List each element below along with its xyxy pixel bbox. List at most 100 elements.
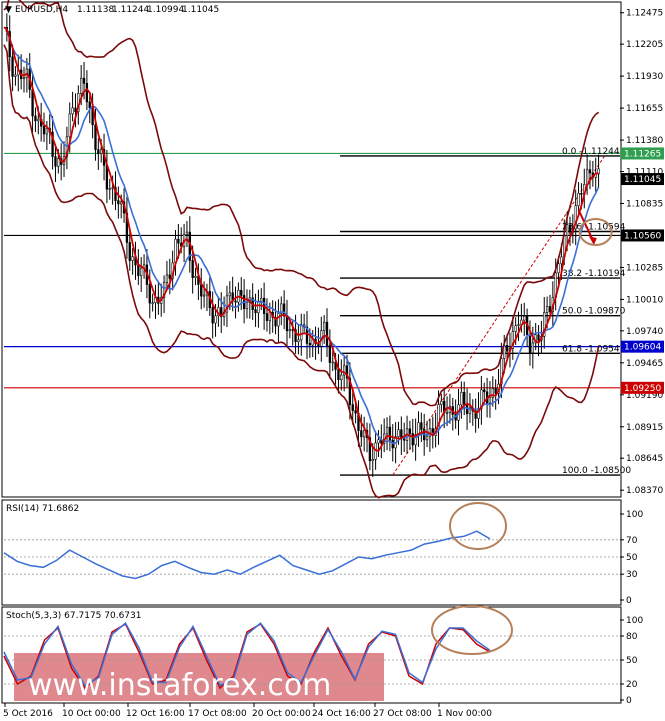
candle-body <box>174 238 177 264</box>
price-tick-label: 1.09465 <box>626 359 663 369</box>
candle-body <box>440 400 443 405</box>
candle-body <box>194 275 197 278</box>
candle-body <box>585 169 589 185</box>
candle-body <box>211 307 214 324</box>
candle-body <box>260 297 263 302</box>
candle-body <box>120 201 123 205</box>
candle-body <box>54 156 57 167</box>
candle-body <box>202 294 206 297</box>
chart-canvas: 0.0 -1.11244 23.6 -1.10594 38.2 -1.10194 50… <box>1 0 664 719</box>
quote-low: 1.10994 <box>147 5 184 15</box>
rsi-title: RSI(14) 71.6862 <box>6 504 79 514</box>
stoch-tick-label: 80 <box>626 632 638 642</box>
candle-body <box>531 342 534 354</box>
candle-body <box>111 187 114 189</box>
price-level-badge-text: 1.11265 <box>624 149 661 159</box>
candle-body <box>200 284 203 297</box>
candle-body <box>128 242 131 261</box>
fib-label: 38.2 -1.10194 <box>562 269 626 279</box>
candle-body <box>337 369 340 381</box>
candle-body <box>82 77 86 84</box>
candle-body <box>85 83 89 103</box>
candle-body <box>548 306 552 312</box>
stoch-tick-label: 0 <box>626 696 632 706</box>
fib-label: 50.0 -1.09870 <box>562 307 626 317</box>
candle-body <box>545 306 549 313</box>
candle-body <box>517 324 520 326</box>
candle-body <box>463 392 466 405</box>
candle-body <box>11 56 14 77</box>
candle-body <box>340 374 343 381</box>
candle-body <box>148 284 151 304</box>
price-tick-label: 1.08645 <box>626 454 663 464</box>
time-tick-label: 17 Oct 08:00 <box>188 709 247 719</box>
candle-body <box>565 224 569 237</box>
candle-body <box>300 324 303 341</box>
candle-body <box>240 290 243 296</box>
candle-body <box>71 107 74 115</box>
candle-body <box>22 77 26 80</box>
candle-body <box>460 392 463 406</box>
candle-body <box>403 438 406 441</box>
candle-body <box>322 321 326 331</box>
quote-open: 1.11138 <box>77 5 114 15</box>
candle-body <box>560 256 563 265</box>
time-tick-label: 5 Oct 2016 <box>3 709 53 719</box>
price-tick-label: 1.10835 <box>626 199 663 209</box>
price-tick-label: 1.11380 <box>626 136 663 146</box>
candle-body <box>288 329 292 332</box>
rsi-panel <box>1 499 622 606</box>
candle-body <box>577 193 580 207</box>
candle-body <box>245 302 249 310</box>
price-tick-label: 1.11930 <box>626 72 663 82</box>
candle-body <box>265 313 269 321</box>
candle-body <box>308 343 312 346</box>
candle-body <box>80 77 83 94</box>
candle-body <box>234 300 237 303</box>
fib-label: 23.6 -1.10594 <box>562 223 626 233</box>
candle-body <box>254 309 257 314</box>
price-tick-label: 1.08370 <box>626 486 663 496</box>
price-tick-label: 1.11655 <box>626 104 663 114</box>
candle-body <box>494 388 497 394</box>
price-panel <box>1 1 622 498</box>
price-level-badge-text: 1.09604 <box>624 343 661 353</box>
candle-body <box>277 313 280 327</box>
candle-body <box>177 238 180 244</box>
candle-body <box>505 345 509 352</box>
candle-body <box>557 263 560 274</box>
candle-body <box>94 124 97 150</box>
candle-body <box>360 430 363 438</box>
candle-body <box>88 101 91 109</box>
candle-body <box>568 224 572 233</box>
candle-body <box>45 128 49 135</box>
candle-body <box>74 107 77 112</box>
price-tick-label: 1.12205 <box>626 40 663 50</box>
price-tick-label: 1.08915 <box>626 423 663 433</box>
candle-body <box>297 339 300 343</box>
price-tick-label: 1.09740 <box>626 327 663 337</box>
time-tick-label: 20 Oct 00:00 <box>252 709 311 719</box>
candle-body <box>445 412 449 414</box>
candle-body <box>537 334 540 341</box>
candle-body <box>117 200 120 205</box>
candle-body <box>523 315 526 321</box>
candle-body <box>228 292 231 297</box>
candle-body <box>97 149 100 155</box>
candle-body <box>34 115 37 122</box>
price-tick-label: 1.10010 <box>626 295 663 305</box>
candle-body <box>483 389 486 393</box>
candle-body <box>185 231 189 235</box>
stoch-tick-label: 20 <box>626 680 638 690</box>
candle-body <box>108 188 111 190</box>
candle-body <box>588 169 592 174</box>
candle-body <box>580 193 583 195</box>
candle-body <box>14 74 17 77</box>
fib-label: 100.0 -1.08500 <box>562 466 631 476</box>
price-level-badge-text: 1.10560 <box>624 231 661 241</box>
candle-body <box>131 256 134 261</box>
time-tick-label: 1 Nov 00:00 <box>437 709 492 719</box>
candle-body <box>137 264 140 277</box>
stoch-title: Stoch(5,3,3) 67.7175 70.6731 <box>6 611 141 621</box>
rsi-tick-label: 30 <box>626 570 638 580</box>
